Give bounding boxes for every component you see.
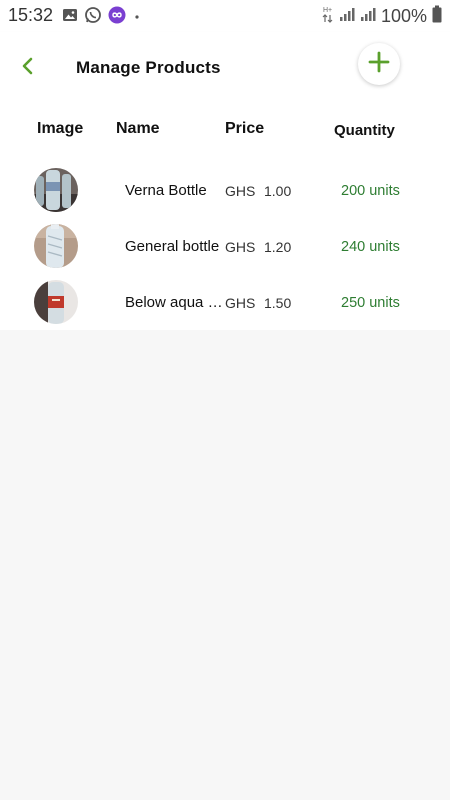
status-bar: 15:32 H+ 100% (0, 0, 450, 32)
product-price: 1.50 (264, 295, 292, 311)
data-arrows-icon: H+ (322, 5, 334, 28)
product-quantity: 200 units (341, 183, 400, 199)
notification-icons (62, 6, 142, 29)
product-price: 1.20 (264, 239, 292, 255)
price-currency: GHS (225, 239, 256, 255)
product-thumbnail (34, 280, 78, 324)
price-currency: GHS (225, 295, 256, 311)
status-time: 15:32 (8, 5, 54, 25)
product-thumbnail (34, 224, 78, 268)
column-header-quantity: Quantity (334, 122, 395, 139)
product-name: Below aqua b... (125, 294, 225, 311)
app-bar: Manage Products (0, 32, 450, 100)
battery-icon (432, 5, 442, 28)
product-thumbnail (34, 168, 78, 212)
product-name: Verna Bottle (125, 182, 207, 199)
product-price: 1.00 (264, 183, 292, 199)
table-row[interactable]: General bottle GHS 1.20 240 units (0, 222, 450, 272)
column-header-name: Name (116, 120, 160, 137)
battery-percentage: 100% (380, 6, 427, 26)
table-row[interactable]: Below aqua b... GHS 1.50 250 units (0, 278, 450, 328)
signal-icon (360, 6, 376, 27)
column-header-image: Image (37, 120, 84, 137)
products-table: Image Name Price Quantity Verna Bottle G… (0, 100, 450, 330)
product-name: General bottle (125, 238, 220, 255)
price-currency: GHS (225, 183, 256, 199)
whatsapp-icon (84, 6, 102, 29)
product-quantity: 250 units (341, 295, 400, 311)
back-button[interactable] (14, 54, 42, 82)
app-notification-icon (108, 6, 126, 29)
table-row[interactable]: Verna Bottle GHS 1.00 200 units (0, 166, 450, 216)
svg-text:H+: H+ (323, 7, 332, 14)
plus-icon (368, 51, 390, 78)
status-right: H+ 100% (322, 5, 442, 28)
image-icon (62, 7, 78, 28)
page-title: Manage Products (76, 58, 221, 77)
chevron-left-icon (21, 57, 35, 80)
product-quantity: 240 units (341, 239, 400, 255)
signal-icon (339, 6, 355, 27)
add-product-button[interactable] (358, 43, 400, 85)
dot-icon (132, 9, 142, 27)
column-header-price: Price (225, 120, 265, 137)
